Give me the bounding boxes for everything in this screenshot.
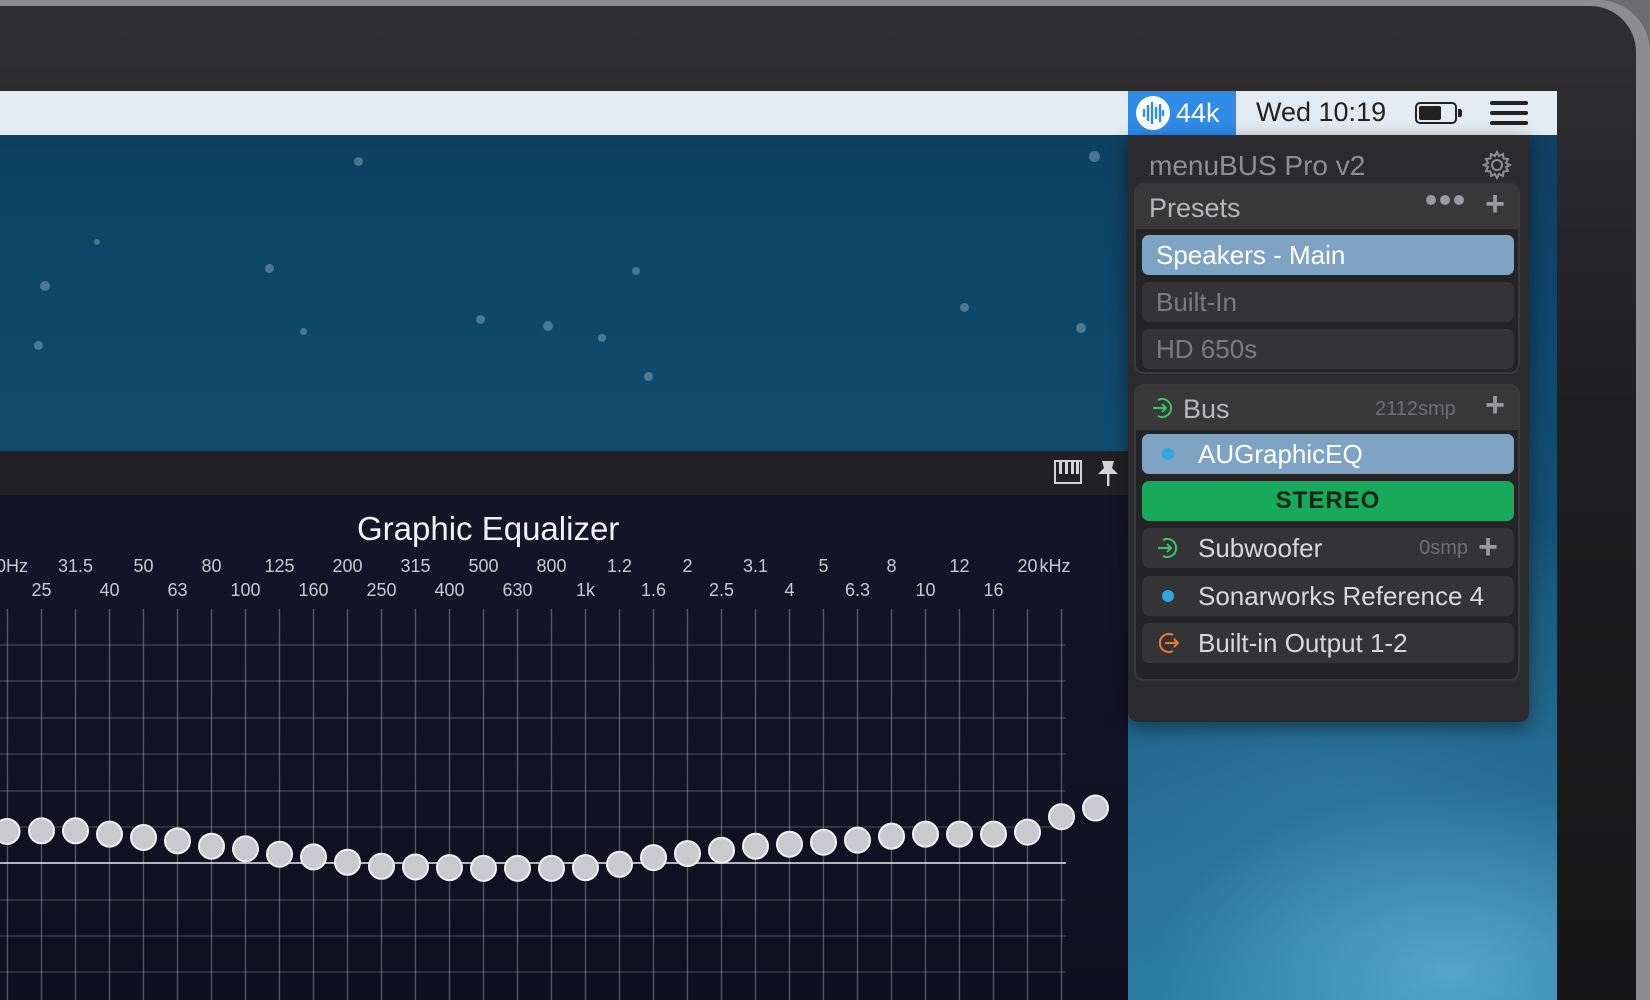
preset-label: Built-In	[1156, 286, 1237, 317]
bus-label: Bus	[1183, 394, 1230, 424]
preset-label: HD 650s	[1156, 333, 1258, 364]
eq-band-knob[interactable]	[1082, 794, 1109, 822]
menubus-status-item[interactable]: 44k	[1128, 91, 1236, 135]
eq-band-knob[interactable]	[130, 824, 157, 851]
eq-band-knob[interactable]	[62, 817, 89, 845]
eq-band-knob[interactable]	[368, 852, 395, 880]
eq-band-knob[interactable]	[742, 832, 769, 860]
wallpaper-star	[960, 303, 969, 312]
subwoofer-label: Subwoofer	[1198, 532, 1323, 563]
eq-band-knob[interactable]	[980, 820, 1007, 848]
add-subwoofer-icon[interactable]: +	[1474, 530, 1502, 564]
plugin-item[interactable]: Sonarworks Reference 4	[1142, 576, 1514, 616]
preset-label: Speakers - Main	[1156, 239, 1346, 270]
eq-band-knob[interactable]	[164, 827, 191, 855]
bus-latency: 2112smp	[1375, 398, 1456, 420]
eq-band-knob[interactable]	[640, 844, 667, 872]
presets-header: Presets +	[1136, 185, 1518, 229]
eq-band-knob[interactable]	[198, 832, 225, 860]
graphic-equalizer-window: Graphic Equalizer 31.5 50 80 125 200 315 500 80…	[0, 451, 1128, 1000]
wallpaper-star	[543, 321, 553, 331]
eq-band-knob[interactable]	[0, 817, 21, 845]
desktop-screen: 44k Wed 10:19 Graphic Equalizer 31.5 50 80…	[0, 91, 1557, 1000]
plugin-status-dot	[1162, 590, 1174, 602]
input-arrow-icon	[1153, 398, 1173, 418]
eq-band-knob[interactable]	[946, 820, 973, 848]
wallpaper-star	[1089, 151, 1100, 162]
eq-band-knob[interactable]	[504, 854, 531, 882]
plugin-status-dot	[1162, 448, 1174, 460]
eq-band-knob[interactable]	[572, 854, 599, 882]
eq-band-knob[interactable]	[810, 828, 837, 856]
plugin-item[interactable]: AUGraphicEQ	[1142, 434, 1514, 474]
eq-band-knob[interactable]	[1014, 818, 1041, 846]
eq-band-knob[interactable]	[912, 820, 939, 848]
sample-rate-label: 44k	[1176, 97, 1220, 128]
menubar-clock[interactable]: Wed 10:19	[1256, 97, 1386, 128]
eq-band-knob[interactable]	[776, 830, 803, 858]
wallpaper-star	[644, 372, 653, 381]
eq-band-knob[interactable]	[674, 840, 701, 868]
eq-band-knob[interactable]	[232, 835, 259, 863]
eq-band-grid[interactable]	[0, 451, 1128, 1000]
bus-section: Bus 2112smp + AUGraphicEQ STEREO Subwoof…	[1134, 384, 1520, 681]
audio-wave-icon	[1136, 96, 1170, 130]
wallpaper-star	[300, 328, 307, 335]
eq-band-knob[interactable]	[266, 840, 293, 868]
eq-band-knob[interactable]	[334, 848, 361, 876]
wallpaper-star	[1076, 323, 1086, 333]
eq-band-knob[interactable]	[844, 826, 871, 854]
add-preset-icon[interactable]: +	[1481, 187, 1509, 221]
wallpaper-star	[40, 281, 50, 291]
eq-band-knob[interactable]	[96, 820, 123, 848]
bus-header: Bus 2112smp +	[1136, 386, 1518, 430]
more-options-icon[interactable]	[1426, 195, 1464, 205]
preset-item[interactable]: Speakers - Main	[1142, 235, 1514, 275]
output-row[interactable]: Built-in Output 1-2	[1142, 623, 1514, 663]
eq-band-knob[interactable]	[538, 854, 565, 882]
eq-band-knob[interactable]	[1048, 803, 1075, 831]
output-arrow-icon	[1158, 633, 1180, 653]
menu-bar: 44k Wed 10:19	[0, 91, 1557, 135]
eq-band-knob[interactable]	[606, 850, 633, 878]
eq-band-knob[interactable]	[470, 854, 497, 882]
plugin-label: AUGraphicEQ	[1198, 438, 1363, 469]
battery-icon[interactable]	[1415, 102, 1462, 124]
stereo-mode-button[interactable]: STEREO	[1142, 481, 1514, 521]
input-arrow-icon	[1158, 538, 1178, 558]
subwoofer-latency: 0smp	[1419, 537, 1468, 559]
presets-section: Presets + Speakers - Main Built-In HD 65…	[1134, 183, 1520, 374]
output-label: Built-in Output 1-2	[1198, 627, 1408, 658]
gear-icon[interactable]	[1481, 149, 1513, 181]
menubus-panel: menuBUS Pro v2 Presets + Speakers - Main…	[1128, 135, 1529, 722]
eq-band-knob[interactable]	[436, 854, 463, 882]
preset-item[interactable]: HD 650s	[1142, 329, 1514, 369]
reference-plugin-label: Sonarworks Reference 4	[1198, 580, 1485, 611]
eq-band-knob[interactable]	[28, 817, 55, 845]
eq-band-knob[interactable]	[708, 836, 735, 864]
eq-band-knob[interactable]	[300, 843, 327, 871]
eq-band-knob[interactable]	[878, 822, 905, 850]
eq-band-knob[interactable]	[402, 853, 429, 881]
wallpaper-star	[265, 264, 274, 273]
wallpaper-star	[34, 341, 43, 350]
subwoofer-row[interactable]: Subwoofer 0smp +	[1142, 528, 1514, 568]
wallpaper-star	[598, 334, 606, 342]
wallpaper-star	[354, 157, 363, 166]
wallpaper-star	[94, 239, 100, 245]
presets-label: Presets	[1149, 193, 1241, 223]
panel-title: menuBUS Pro v2	[1149, 150, 1366, 181]
wallpaper-star	[632, 267, 640, 275]
preset-item[interactable]: Built-In	[1142, 282, 1514, 322]
notification-center-icon[interactable]	[1490, 101, 1528, 125]
wallpaper-star	[476, 315, 485, 324]
add-bus-icon[interactable]: +	[1481, 388, 1509, 422]
